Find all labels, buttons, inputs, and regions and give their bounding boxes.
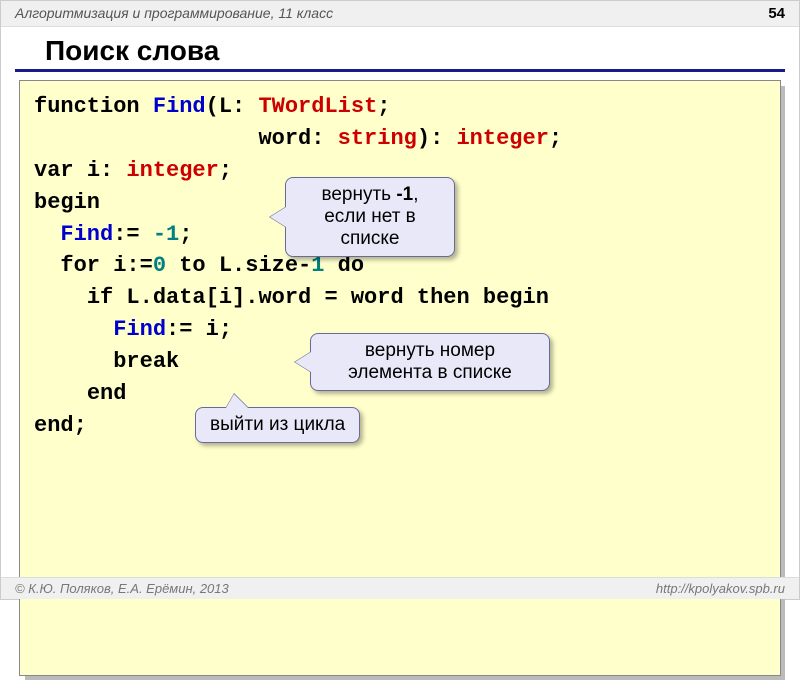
kw-end: end bbox=[34, 413, 74, 438]
ident-find: Find bbox=[153, 94, 206, 119]
code-text: := bbox=[113, 222, 153, 247]
callout-text: вернуть номер элемента в списке bbox=[348, 340, 512, 383]
slide-title: Поиск слова bbox=[15, 27, 785, 72]
code-text bbox=[34, 222, 60, 247]
code-text bbox=[34, 349, 113, 374]
ident-find: Find bbox=[113, 317, 166, 342]
callout-text: если нет в списке bbox=[324, 206, 416, 249]
kw-begin: begin bbox=[34, 190, 100, 215]
num-neg1: -1 bbox=[153, 222, 179, 247]
num-one: 1 bbox=[311, 253, 324, 278]
type-twordlist: TWordList bbox=[258, 94, 377, 119]
callout-text: , bbox=[413, 184, 418, 205]
code-text: word: bbox=[258, 126, 324, 151]
code-text: (L: bbox=[206, 94, 246, 119]
code-text: L.size- bbox=[219, 253, 311, 278]
code-text: ; bbox=[179, 222, 192, 247]
kw-end: end bbox=[87, 381, 127, 406]
kw-if: if bbox=[87, 285, 113, 310]
kw-var: var bbox=[34, 158, 74, 183]
kw-do: do bbox=[338, 253, 364, 278]
type-string: string bbox=[338, 126, 417, 151]
code-text: L.data[i].word = word bbox=[126, 285, 403, 310]
code-text: ; bbox=[377, 94, 390, 119]
code-text: i:= bbox=[113, 253, 153, 278]
slide-header: Алгоритмизация и программирование, 11 кл… bbox=[1, 1, 799, 27]
course-label: Алгоритмизация и программирование, 11 кл… bbox=[15, 5, 333, 22]
callout-return-neg1: вернуть -1, если нет в списке bbox=[285, 177, 455, 257]
kw-for: for bbox=[60, 253, 100, 278]
code-text: ; bbox=[219, 158, 232, 183]
callout-return-index: вернуть номер элемента в списке bbox=[310, 333, 550, 391]
code-text bbox=[34, 253, 60, 278]
code-text: i: bbox=[87, 158, 113, 183]
url: http://kpolyakov.spb.ru bbox=[656, 581, 785, 596]
callout-break: выйти из цикла bbox=[195, 407, 360, 443]
copyright: © К.Ю. Поляков, Е.А. Ерёмин, 2013 bbox=[15, 581, 229, 596]
type-integer: integer bbox=[456, 126, 548, 151]
kw-then-begin: then begin bbox=[417, 285, 549, 310]
kw-to: to bbox=[179, 253, 205, 278]
callout-text: вернуть bbox=[321, 184, 396, 205]
code-text: ): bbox=[417, 126, 443, 151]
code-text: := i; bbox=[166, 317, 232, 342]
code-text bbox=[34, 317, 113, 342]
page-number: 54 bbox=[768, 5, 785, 22]
code-text: ; bbox=[549, 126, 562, 151]
slide-footer: © К.Ю. Поляков, Е.А. Ерёмин, 2013 http:/… bbox=[1, 577, 799, 599]
callout-text: выйти из цикла bbox=[210, 414, 345, 435]
code-text bbox=[34, 381, 87, 406]
code-text: ; bbox=[74, 413, 87, 438]
callout-bold: -1 bbox=[396, 184, 413, 205]
type-integer: integer bbox=[126, 158, 218, 183]
ident-find: Find bbox=[60, 222, 113, 247]
kw-function: function bbox=[34, 94, 140, 119]
code-text bbox=[34, 126, 258, 151]
code-text bbox=[34, 285, 87, 310]
num-zero: 0 bbox=[153, 253, 166, 278]
kw-break: break bbox=[113, 349, 179, 374]
